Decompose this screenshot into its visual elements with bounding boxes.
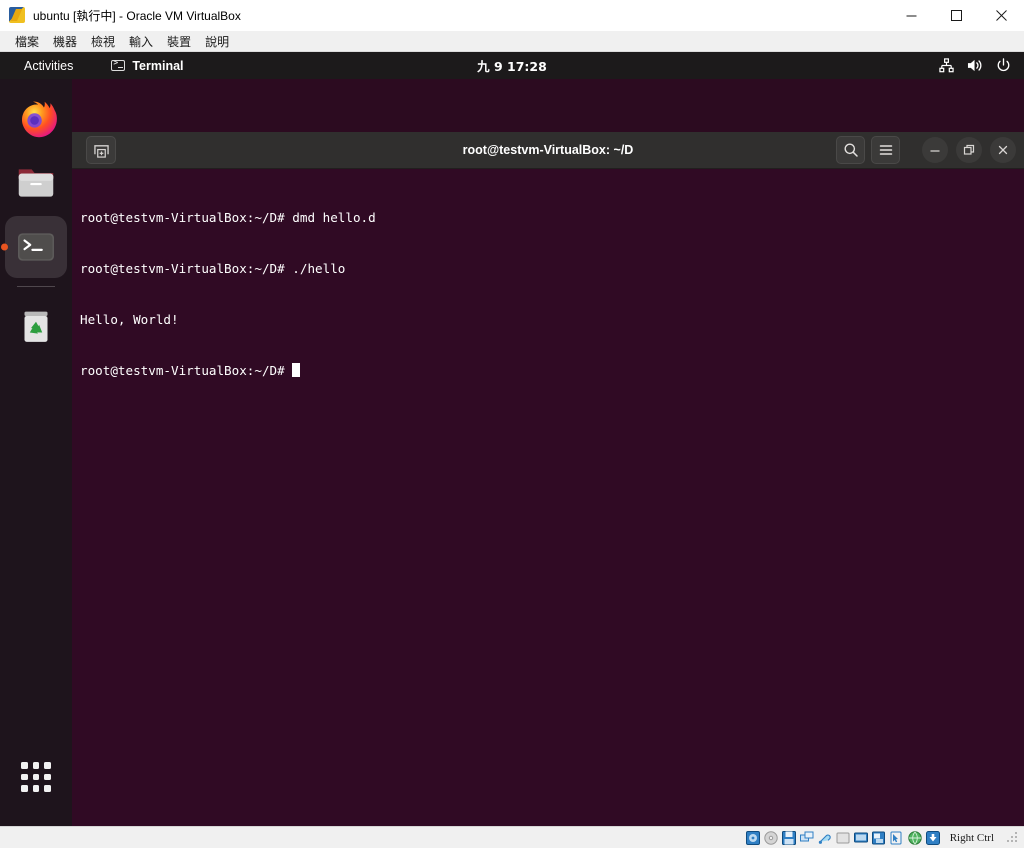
trash-recycle-icon [24, 311, 48, 342]
globe-icon[interactable] [907, 830, 922, 845]
terminal-prompt: root@testvm-VirtualBox:~/D# [80, 363, 293, 378]
terminal-line: Hello, World! [80, 312, 179, 327]
recording-icon[interactable] [871, 831, 886, 845]
dock-item-files[interactable] [5, 152, 67, 214]
host-minimize-button[interactable] [889, 0, 934, 31]
search-icon [844, 143, 858, 157]
system-status-area[interactable] [939, 58, 1024, 73]
guest-screen: Activities Terminal 九 9 17:28 [0, 52, 1024, 826]
virtualbox-window: ubuntu [執行中] - Oracle VM VirtualBox 檔案 機… [0, 0, 1024, 848]
terminal-headerbar: root@testvm-VirtualBox: ~/D [72, 132, 1024, 169]
menu-file[interactable]: 檔案 [8, 32, 46, 51]
mouse-integration-icon[interactable] [890, 831, 904, 845]
host-key-label: Right Ctrl [949, 831, 994, 844]
host-close-button[interactable] [979, 0, 1024, 31]
virtualbox-menubar: 檔案 機器 檢視 輸入 裝置 說明 [0, 31, 1024, 52]
resize-grip[interactable] [1006, 831, 1018, 844]
restore-icon [963, 144, 975, 155]
terminal-close-button[interactable] [990, 137, 1016, 163]
virtualbox-statusbar: Right Ctrl [0, 826, 1024, 848]
menu-input[interactable]: 輸入 [122, 32, 160, 51]
hard-disk-icon[interactable] [745, 830, 760, 845]
terminal-line: root@testvm-VirtualBox:~/D# dmd hello.d [80, 210, 376, 225]
terminal-window: root@testvm-VirtualBox: ~/D root@testvm-… [72, 132, 1024, 826]
shared-folder-icon[interactable] [836, 831, 850, 845]
hamburger-menu-icon [879, 145, 892, 155]
network-adapter-icon[interactable] [799, 831, 814, 845]
menu-help[interactable]: 說明 [198, 32, 236, 51]
virtualbox-icon [9, 7, 25, 23]
app-indicator-label: Terminal [132, 58, 184, 73]
ubuntu-dock [0, 79, 72, 826]
terminal-icon [18, 233, 54, 261]
activities-button[interactable]: Activities [14, 52, 83, 79]
minimize-icon [930, 150, 940, 152]
firefox-icon [21, 101, 57, 138]
floppy-disk-icon[interactable] [781, 830, 796, 845]
optical-disk-icon[interactable] [763, 830, 778, 845]
terminal-menu-button[interactable] [871, 136, 900, 164]
terminal-search-button[interactable] [836, 136, 865, 164]
host-key-icon[interactable] [925, 830, 940, 845]
show-applications-button[interactable] [5, 746, 67, 808]
terminal-body[interactable]: root@testvm-VirtualBox:~/D# dmd hello.d … [72, 169, 1024, 826]
host-maximize-button[interactable] [934, 0, 979, 31]
apps-grid-icon [21, 762, 51, 792]
dock-separator [17, 286, 55, 287]
network-icon [939, 58, 954, 73]
terminal-prompt-line: root@testvm-VirtualBox:~/D# [80, 362, 1016, 379]
dock-item-firefox[interactable] [5, 88, 67, 150]
new-tab-button[interactable] [86, 136, 116, 164]
volume-icon [967, 58, 983, 73]
terminal-cursor [292, 363, 301, 377]
dock-item-terminal[interactable] [5, 216, 67, 278]
usb-icon[interactable] [818, 831, 832, 845]
new-tab-icon [93, 144, 109, 158]
terminal-line: root@testvm-VirtualBox:~/D# ./hello [80, 261, 346, 276]
menu-devices[interactable]: 裝置 [160, 32, 198, 51]
dock-item-trash[interactable] [5, 295, 67, 357]
terminal-minimize-button[interactable] [922, 137, 948, 163]
files-folder-icon [18, 169, 54, 197]
close-icon [998, 145, 1008, 155]
power-icon [996, 58, 1011, 73]
terminal-restore-button[interactable] [956, 137, 982, 163]
virtualbox-titlebar: ubuntu [執行中] - Oracle VM VirtualBox [0, 0, 1024, 31]
window-title: ubuntu [執行中] - Oracle VM VirtualBox [33, 8, 241, 23]
display-icon[interactable] [853, 831, 868, 845]
terminal-icon [111, 58, 126, 71]
host-window-controls [889, 0, 1024, 31]
ubuntu-topbar: Activities Terminal 九 9 17:28 [0, 52, 1024, 79]
menu-machine[interactable]: 機器 [46, 32, 84, 51]
menu-view[interactable]: 檢視 [84, 32, 122, 51]
app-indicator-terminal[interactable]: Terminal [111, 52, 184, 79]
terminal-header-actions [836, 136, 1016, 164]
terminal-output: root@testvm-VirtualBox:~/D# dmd hello.d … [80, 175, 1016, 413]
